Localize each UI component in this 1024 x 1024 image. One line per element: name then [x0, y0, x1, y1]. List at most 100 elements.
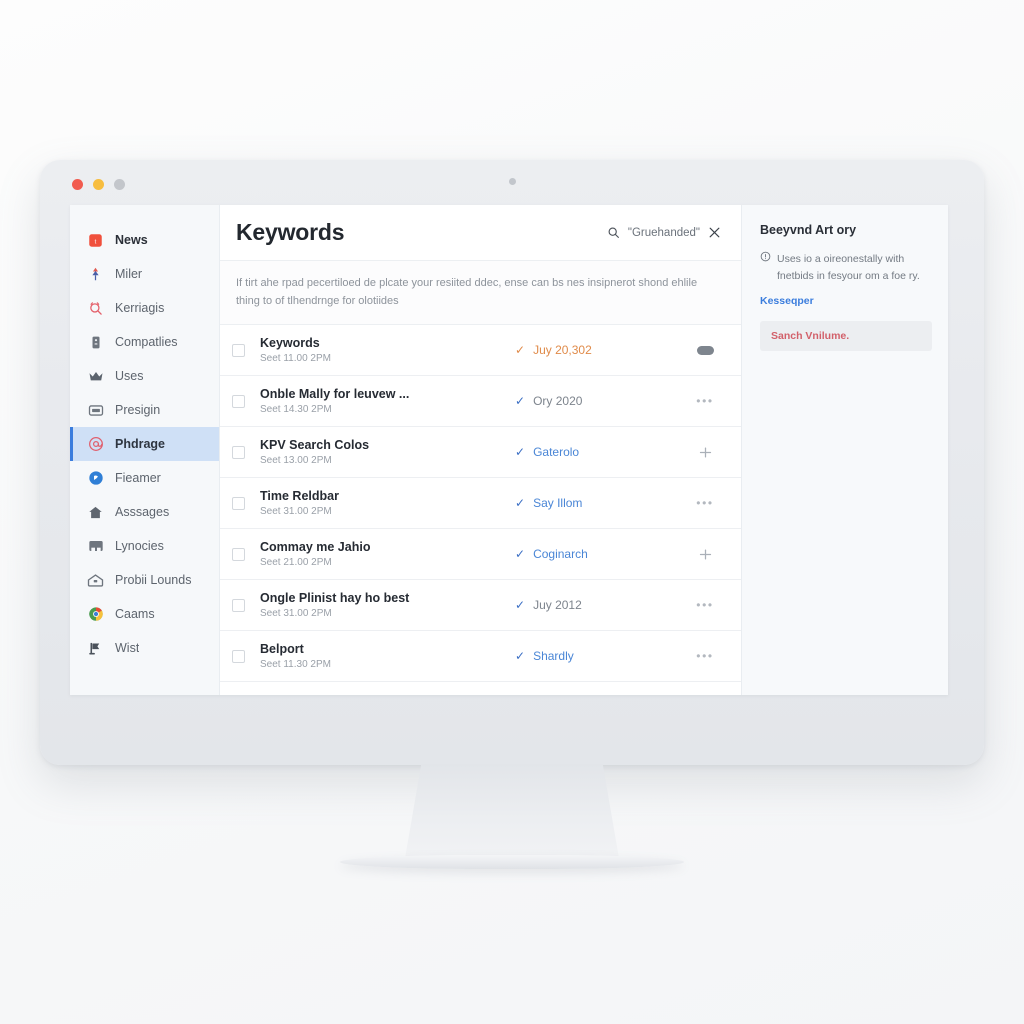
sidebar-item-news[interactable]: t News	[70, 223, 219, 257]
minimize-window-button[interactable]	[93, 179, 104, 190]
main-content: Keywords "Gruehanded" If tirt ahe rpad p…	[220, 205, 742, 695]
row-subtitle: Seet 11.30 2PM	[260, 659, 331, 671]
row-main: Keywords Seet 11.00 2PM	[260, 336, 515, 364]
flag-person-icon	[87, 640, 104, 657]
row-checkbox[interactable]	[232, 598, 245, 612]
status-badge: Juy 2012	[533, 598, 582, 613]
status-badge: Ory 2020	[533, 394, 583, 409]
sidebar-item-label: Uses	[115, 369, 144, 383]
row-title: Time Reldbar	[260, 489, 339, 504]
row-checkbox[interactable]	[232, 649, 245, 663]
row-checkbox[interactable]	[232, 496, 245, 510]
sidebar-item-label: Asssages	[115, 505, 170, 519]
status-badge: Shardly	[533, 649, 574, 664]
page-title: Keywords	[236, 219, 345, 245]
row-action[interactable]: •••	[685, 395, 725, 407]
sidebar-item-lynocies[interactable]: Lynocies	[70, 529, 219, 563]
table-row[interactable]: KPV Search Colos Seet 13.00 2PM ✓ Gaterolo	[220, 427, 741, 479]
sidebar-item-phdrage[interactable]: Phdrage	[70, 427, 219, 461]
search-term-text: "Gruehanded"	[627, 226, 700, 239]
at-circle-icon	[87, 436, 104, 453]
sidebar-item-caams[interactable]: Caams	[70, 597, 219, 631]
webcam-dot	[508, 178, 516, 185]
monitor-stand-neck	[404, 764, 620, 864]
maximize-window-button[interactable]	[114, 179, 125, 190]
check-icon: ✓	[515, 547, 526, 562]
status-badge: Gaterolo	[533, 445, 580, 460]
close-icon[interactable]	[708, 226, 721, 239]
window-traffic-lights	[72, 179, 125, 190]
monitor-stand-base	[340, 855, 684, 869]
row-title: KPV Search Colos	[260, 438, 370, 453]
row-status: ✓ Gaterolo	[515, 445, 685, 459]
row-status: ✓ Ory 2020	[515, 394, 685, 408]
check-icon: ✓	[515, 598, 526, 613]
badge-circle-icon	[87, 470, 104, 487]
sidebar-item-compatlies[interactable]: Compatlies	[70, 325, 219, 359]
sidebar-item-wist[interactable]: Wist	[70, 631, 219, 665]
row-checkbox[interactable]	[232, 394, 245, 408]
sidebar-item-label: Lynocies	[115, 539, 164, 553]
more-options-icon[interactable]: •••	[696, 650, 713, 662]
sidebar-item-label: Probii Lounds	[115, 573, 192, 587]
sidebar-item-asssages[interactable]: Asssages	[70, 495, 219, 529]
row-title: Ongle Plinist hay ho best	[260, 591, 410, 606]
row-action[interactable]	[685, 547, 725, 562]
sidebar-item-label: Phdrage	[115, 437, 166, 451]
sidebar-item-presigin[interactable]: Presigin	[70, 393, 219, 427]
more-options-icon[interactable]: •••	[696, 395, 713, 407]
content-header: Keywords "Gruehanded"	[220, 205, 741, 261]
sidebar-item-label: Compatlies	[115, 335, 178, 349]
table-row[interactable]: Onble Mally for leuvew ... Seet 14.30 2PM…	[220, 376, 741, 428]
row-checkbox[interactable]	[232, 343, 245, 357]
sidebar-item-miler[interactable]: Miler	[70, 257, 219, 291]
row-status: ✓ Juy 2012	[515, 598, 685, 612]
toggle-pill-icon[interactable]	[696, 345, 714, 355]
right-panel-callout[interactable]: Sanch Vnilume.	[760, 321, 932, 351]
search-filter-chip[interactable]: "Gruehanded"	[607, 226, 721, 239]
more-options-icon[interactable]: •••	[696, 599, 713, 611]
row-checkbox[interactable]	[232, 547, 245, 561]
sidebar-item-kerriagis[interactable]: Kerriagis	[70, 291, 219, 325]
table-row[interactable]: Time Reldbar Seet 31.00 2PM ✓ Say Illom •••	[220, 478, 741, 530]
news-square-icon: t	[87, 232, 104, 249]
table-row[interactable]: Commay me Jahio Seet 21.00 2PM ✓ Coginarch	[220, 529, 741, 581]
row-action[interactable]: •••	[685, 497, 725, 509]
row-title: Belport	[260, 642, 304, 657]
row-status: ✓ Say Illom	[515, 496, 685, 510]
table-row[interactable]: Keywords Seet 11.00 2PM ✓ Juy 20,302	[220, 325, 741, 377]
sidebar-item-label: Kerriagis	[115, 301, 165, 315]
more-options-icon[interactable]: •••	[696, 497, 713, 509]
row-main: Ongle Plinist hay ho best Seet 31.00 2PM	[260, 591, 515, 619]
row-action[interactable]	[685, 345, 725, 355]
table-row[interactable]: Belport Seet 11.30 2PM ✓ Shardly •••	[220, 631, 741, 683]
row-action[interactable]: •••	[685, 650, 725, 662]
screenshot-root: t News Miler Kerriagis Compatlies Uses Presigi…	[0, 0, 1024, 1024]
sidebar-item-label: Caams	[115, 607, 155, 621]
row-title: Onble Mally for leuvew ...	[260, 387, 410, 402]
table-row[interactable]: Ongle Plinist hay ho best Seet 31.00 2PM ✓…	[220, 580, 741, 632]
sidebar-item-label: Miler	[115, 267, 143, 281]
row-checkbox[interactable]	[232, 445, 245, 459]
right-panel-link[interactable]: Kesseqper	[760, 295, 814, 307]
row-status: ✓ Juy 20,302	[515, 343, 685, 357]
row-action[interactable]: •••	[685, 599, 725, 611]
home-icon	[87, 504, 104, 521]
sidebar-item-fieamer[interactable]: Fieamer	[70, 461, 219, 495]
sidebar-item-probii-lounds[interactable]: Probii Lounds	[70, 563, 219, 597]
row-main: Time Reldbar Seet 31.00 2PM	[260, 489, 515, 517]
row-action[interactable]	[685, 445, 725, 460]
status-badge: Say Illom	[533, 496, 583, 511]
close-window-button[interactable]	[72, 179, 83, 190]
row-status: ✓ Coginarch	[515, 547, 685, 561]
sidebar-item-uses[interactable]: Uses	[70, 359, 219, 393]
search-icon[interactable]	[607, 226, 620, 239]
row-subtitle: Seet 21.00 2PM	[260, 557, 332, 569]
row-status: ✓ Shardly	[515, 649, 685, 663]
svg-text:t: t	[95, 238, 97, 245]
check-icon: ✓	[515, 343, 526, 358]
row-subtitle: Seet 13.00 2PM	[260, 455, 332, 467]
row-main: Commay me Jahio Seet 21.00 2PM	[260, 540, 515, 568]
check-icon: ✓	[515, 445, 526, 460]
row-main: Belport Seet 11.30 2PM	[260, 642, 515, 670]
